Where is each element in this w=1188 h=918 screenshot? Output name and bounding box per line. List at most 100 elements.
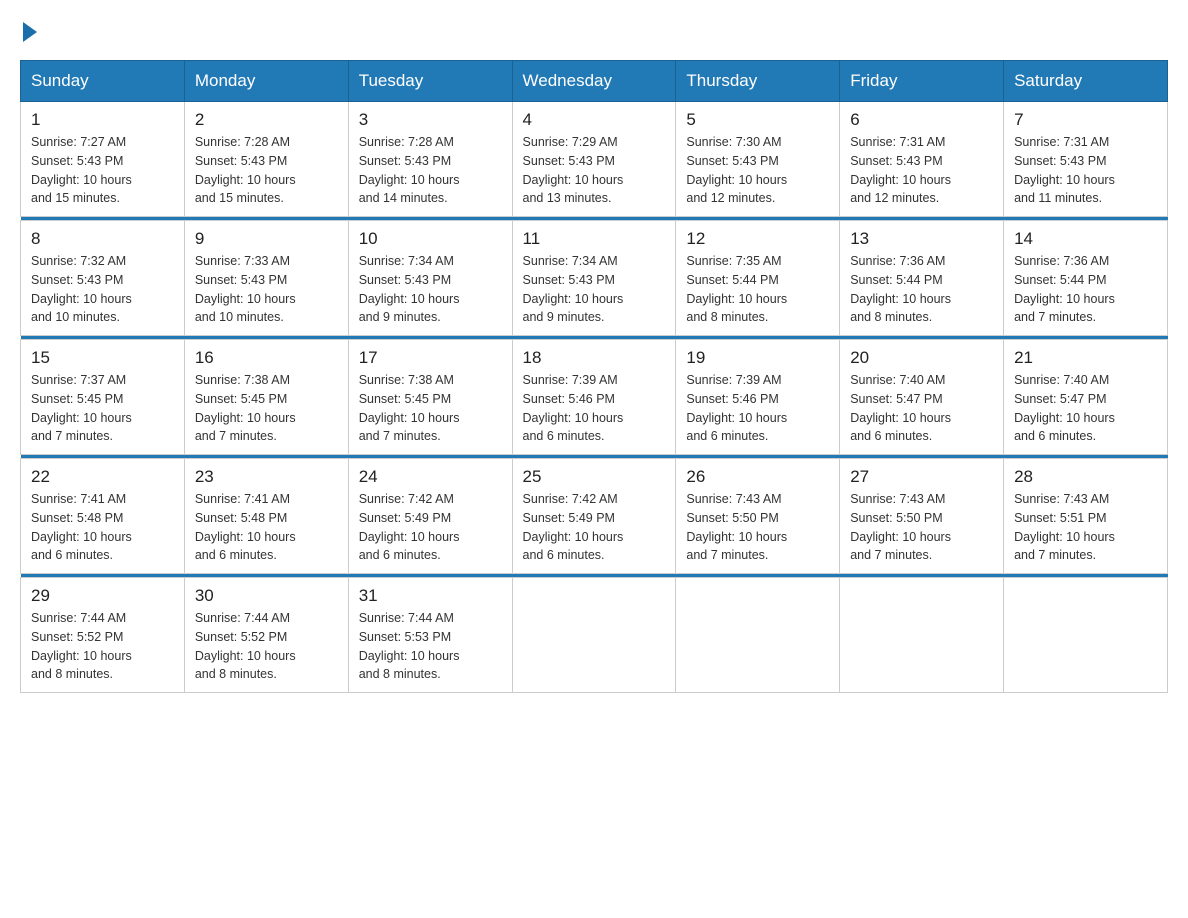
day-number: 7 xyxy=(1014,110,1157,130)
day-number: 22 xyxy=(31,467,174,487)
calendar-cell: 28 Sunrise: 7:43 AMSunset: 5:51 PMDayligh… xyxy=(1004,459,1168,574)
day-info: Sunrise: 7:43 AMSunset: 5:51 PMDaylight:… xyxy=(1014,490,1157,565)
day-info: Sunrise: 7:28 AMSunset: 5:43 PMDaylight:… xyxy=(195,133,338,208)
calendar-cell: 18 Sunrise: 7:39 AMSunset: 5:46 PMDayligh… xyxy=(512,340,676,455)
day-info: Sunrise: 7:39 AMSunset: 5:46 PMDaylight:… xyxy=(686,371,829,446)
day-info: Sunrise: 7:43 AMSunset: 5:50 PMDaylight:… xyxy=(850,490,993,565)
day-number: 6 xyxy=(850,110,993,130)
logo xyxy=(20,20,41,42)
day-number: 20 xyxy=(850,348,993,368)
day-info: Sunrise: 7:42 AMSunset: 5:49 PMDaylight:… xyxy=(359,490,502,565)
day-number: 1 xyxy=(31,110,174,130)
day-number: 13 xyxy=(850,229,993,249)
calendar-table: SundayMondayTuesdayWednesdayThursdayFrid… xyxy=(20,60,1168,693)
day-info: Sunrise: 7:29 AMSunset: 5:43 PMDaylight:… xyxy=(523,133,666,208)
calendar-cell: 5Sunrise: 7:30 AMSunset: 5:43 PMDaylight… xyxy=(676,102,840,217)
calendar-cell: 11 Sunrise: 7:34 AMSunset: 5:43 PMDayligh… xyxy=(512,221,676,336)
calendar-cell: 3 Sunrise: 7:28 AMSunset: 5:43 PMDaylight… xyxy=(348,102,512,217)
weekday-header-friday: Friday xyxy=(840,61,1004,102)
day-number: 17 xyxy=(359,348,502,368)
day-info: Sunrise: 7:38 AMSunset: 5:45 PMDaylight:… xyxy=(195,371,338,446)
calendar-cell: 19 Sunrise: 7:39 AMSunset: 5:46 PMDayligh… xyxy=(676,340,840,455)
day-number: 27 xyxy=(850,467,993,487)
day-number: 25 xyxy=(523,467,666,487)
calendar-cell: 21Sunrise: 7:40 AMSunset: 5:47 PMDayligh… xyxy=(1004,340,1168,455)
calendar-cell: 6 Sunrise: 7:31 AMSunset: 5:43 PMDaylight… xyxy=(840,102,1004,217)
calendar-cell: 20 Sunrise: 7:40 AMSunset: 5:47 PMDayligh… xyxy=(840,340,1004,455)
day-number: 11 xyxy=(523,229,666,249)
calendar-cell: 27 Sunrise: 7:43 AMSunset: 5:50 PMDayligh… xyxy=(840,459,1004,574)
day-info: Sunrise: 7:43 AMSunset: 5:50 PMDaylight:… xyxy=(686,490,829,565)
day-info: Sunrise: 7:27 AMSunset: 5:43 PMDaylight:… xyxy=(31,133,174,208)
day-info: Sunrise: 7:41 AMSunset: 5:48 PMDaylight:… xyxy=(195,490,338,565)
day-number: 18 xyxy=(523,348,666,368)
day-info: Sunrise: 7:37 AMSunset: 5:45 PMDaylight:… xyxy=(31,371,174,446)
day-info: Sunrise: 7:39 AMSunset: 5:46 PMDaylight:… xyxy=(523,371,666,446)
weekday-header-monday: Monday xyxy=(184,61,348,102)
day-number: 3 xyxy=(359,110,502,130)
calendar-cell: 29 Sunrise: 7:44 AMSunset: 5:52 PMDayligh… xyxy=(21,578,185,693)
day-number: 24 xyxy=(359,467,502,487)
calendar-cell: 24 Sunrise: 7:42 AMSunset: 5:49 PMDayligh… xyxy=(348,459,512,574)
calendar-cell: 14 Sunrise: 7:36 AMSunset: 5:44 PMDayligh… xyxy=(1004,221,1168,336)
day-number: 2 xyxy=(195,110,338,130)
calendar-cell: 7 Sunrise: 7:31 AMSunset: 5:43 PMDaylight… xyxy=(1004,102,1168,217)
calendar-cell xyxy=(840,578,1004,693)
day-number: 10 xyxy=(359,229,502,249)
day-info: Sunrise: 7:44 AMSunset: 5:52 PMDaylight:… xyxy=(195,609,338,684)
calendar-cell xyxy=(676,578,840,693)
calendar-cell: 10 Sunrise: 7:34 AMSunset: 5:43 PMDayligh… xyxy=(348,221,512,336)
day-info: Sunrise: 7:36 AMSunset: 5:44 PMDaylight:… xyxy=(850,252,993,327)
calendar-cell: 17 Sunrise: 7:38 AMSunset: 5:45 PMDayligh… xyxy=(348,340,512,455)
day-info: Sunrise: 7:40 AMSunset: 5:47 PMDaylight:… xyxy=(850,371,993,446)
calendar-cell: 15Sunrise: 7:37 AMSunset: 5:45 PMDayligh… xyxy=(21,340,185,455)
day-info: Sunrise: 7:34 AMSunset: 5:43 PMDaylight:… xyxy=(523,252,666,327)
day-number: 30 xyxy=(195,586,338,606)
calendar-week-row-5: 29 Sunrise: 7:44 AMSunset: 5:52 PMDayligh… xyxy=(21,578,1168,693)
weekday-header-wednesday: Wednesday xyxy=(512,61,676,102)
day-number: 26 xyxy=(686,467,829,487)
day-info: Sunrise: 7:31 AMSunset: 5:43 PMDaylight:… xyxy=(1014,133,1157,208)
calendar-cell: 4 Sunrise: 7:29 AMSunset: 5:43 PMDaylight… xyxy=(512,102,676,217)
page-header xyxy=(20,20,1168,42)
day-info: Sunrise: 7:34 AMSunset: 5:43 PMDaylight:… xyxy=(359,252,502,327)
day-number: 31 xyxy=(359,586,502,606)
weekday-header-sunday: Sunday xyxy=(21,61,185,102)
logo-arrow-icon xyxy=(23,22,37,42)
calendar-cell: 16Sunrise: 7:38 AMSunset: 5:45 PMDayligh… xyxy=(184,340,348,455)
day-info: Sunrise: 7:41 AMSunset: 5:48 PMDaylight:… xyxy=(31,490,174,565)
calendar-cell: 31 Sunrise: 7:44 AMSunset: 5:53 PMDayligh… xyxy=(348,578,512,693)
day-number: 12 xyxy=(686,229,829,249)
day-number: 9 xyxy=(195,229,338,249)
day-number: 28 xyxy=(1014,467,1157,487)
calendar-cell: 1 Sunrise: 7:27 AMSunset: 5:43 PMDaylight… xyxy=(21,102,185,217)
weekday-header-saturday: Saturday xyxy=(1004,61,1168,102)
day-number: 8 xyxy=(31,229,174,249)
day-number: 29 xyxy=(31,586,174,606)
day-info: Sunrise: 7:44 AMSunset: 5:52 PMDaylight:… xyxy=(31,609,174,684)
calendar-cell xyxy=(512,578,676,693)
calendar-cell: 25 Sunrise: 7:42 AMSunset: 5:49 PMDayligh… xyxy=(512,459,676,574)
calendar-cell: 12 Sunrise: 7:35 AMSunset: 5:44 PMDayligh… xyxy=(676,221,840,336)
day-number: 5 xyxy=(686,110,829,130)
day-number: 19 xyxy=(686,348,829,368)
day-info: Sunrise: 7:33 AMSunset: 5:43 PMDaylight:… xyxy=(195,252,338,327)
calendar-cell: 22 Sunrise: 7:41 AMSunset: 5:48 PMDayligh… xyxy=(21,459,185,574)
calendar-week-row-2: 8 Sunrise: 7:32 AMSunset: 5:43 PMDaylight… xyxy=(21,221,1168,336)
day-number: 14 xyxy=(1014,229,1157,249)
calendar-cell: 8 Sunrise: 7:32 AMSunset: 5:43 PMDaylight… xyxy=(21,221,185,336)
calendar-cell: 2 Sunrise: 7:28 AMSunset: 5:43 PMDaylight… xyxy=(184,102,348,217)
day-info: Sunrise: 7:31 AMSunset: 5:43 PMDaylight:… xyxy=(850,133,993,208)
day-info: Sunrise: 7:38 AMSunset: 5:45 PMDaylight:… xyxy=(359,371,502,446)
day-number: 4 xyxy=(523,110,666,130)
calendar-week-row-4: 22 Sunrise: 7:41 AMSunset: 5:48 PMDayligh… xyxy=(21,459,1168,574)
calendar-cell: 13 Sunrise: 7:36 AMSunset: 5:44 PMDayligh… xyxy=(840,221,1004,336)
day-info: Sunrise: 7:28 AMSunset: 5:43 PMDaylight:… xyxy=(359,133,502,208)
day-info: Sunrise: 7:35 AMSunset: 5:44 PMDaylight:… xyxy=(686,252,829,327)
calendar-week-row-1: 1 Sunrise: 7:27 AMSunset: 5:43 PMDaylight… xyxy=(21,102,1168,217)
day-info: Sunrise: 7:36 AMSunset: 5:44 PMDaylight:… xyxy=(1014,252,1157,327)
calendar-cell xyxy=(1004,578,1168,693)
day-info: Sunrise: 7:32 AMSunset: 5:43 PMDaylight:… xyxy=(31,252,174,327)
day-info: Sunrise: 7:42 AMSunset: 5:49 PMDaylight:… xyxy=(523,490,666,565)
day-info: Sunrise: 7:44 AMSunset: 5:53 PMDaylight:… xyxy=(359,609,502,684)
